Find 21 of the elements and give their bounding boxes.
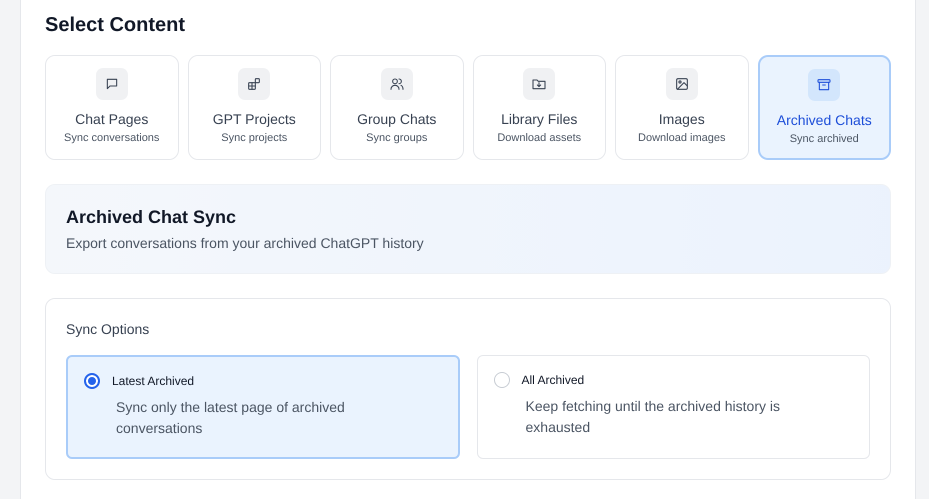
radio-button[interactable] — [84, 373, 100, 389]
option-label: Latest Archived — [112, 374, 194, 388]
banner-title: Archived Chat Sync — [66, 207, 238, 228]
option-label: All Archived — [522, 373, 584, 387]
sync-option[interactable]: All Archived Keep fetching until the archived history is exhausted — [476, 355, 870, 459]
sync-option[interactable]: Latest Archived Sync only the latest page of archived conversations — [66, 355, 460, 459]
content-type-tile[interactable]: Archived Chats Sync archived — [758, 55, 891, 160]
option-description: Sync only the latest page of archived conversations — [116, 398, 346, 438]
blocks-icon — [246, 76, 262, 92]
banner-description: Export conversations from your archived ChatGPT history — [66, 235, 425, 251]
content-type-tile[interactable]: Group Chats Sync groups — [330, 55, 464, 160]
card-title: Sync Options — [66, 321, 150, 337]
option-description: Keep fetching until the archived history is exhausted — [526, 397, 781, 437]
section-heading: Select Content — [45, 14, 186, 37]
content-type-tile[interactable]: GPT Projects Sync projects — [188, 55, 321, 160]
archive-box-icon — [816, 77, 832, 93]
image-icon — [674, 76, 690, 92]
content-type-tile[interactable]: Images Download images — [615, 55, 748, 160]
content-type-tile[interactable]: Chat Pages Sync conversations — [45, 55, 178, 160]
content-type-tile[interactable]: Library Files Download assets — [472, 55, 606, 160]
users-icon — [388, 76, 405, 92]
